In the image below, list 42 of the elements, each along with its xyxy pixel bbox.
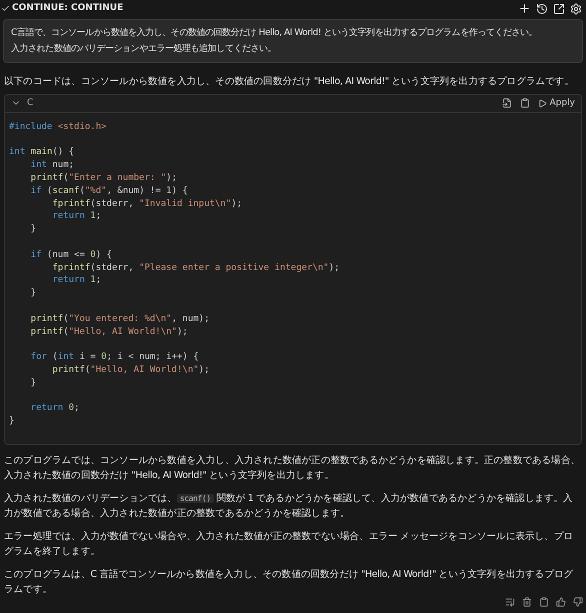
language-label: C — [27, 96, 34, 110]
code-line: return 1; — [51, 274, 102, 288]
apply-button[interactable]: Apply — [538, 96, 575, 110]
code-line: printf("Hello, AI World!\n"); — [30, 326, 188, 338]
message-line: C言語で、コンソールから数値を入力し、その数値の回数分だけ Hello, AI World! という文字列を出力するプログラムを作ってください。 — [11, 26, 538, 40]
response-paragraph: 入力された数値のバリデーションでは、 scanf() 関数が 1 であるかどうかを確認して、入力が数値であるかどうかを確認します。入力が数値である場合、入力された数値が正の整数であるかどうかを確認します。 — [4, 492, 574, 520]
code-line: int num; — [30, 159, 74, 172]
copy-icon[interactable] — [539, 597, 549, 607]
code-line: } — [30, 223, 36, 236]
code-line: printf("Enter a number: "); — [30, 172, 177, 185]
code-line: for (int i = 0; i < num; i++) { — [30, 351, 199, 364]
code-line: #include <stdio.h> — [9, 120, 107, 134]
play-icon — [538, 98, 547, 108]
panel-title: CONTINUE: CONTINUE — [12, 2, 124, 16]
code-line: } — [30, 376, 36, 390]
code-line: printf("You entered: %d\n", num); — [30, 312, 210, 326]
code-line: return 1; — [51, 210, 102, 224]
thumbs-up-icon[interactable] — [556, 597, 566, 607]
thumbs-down-icon[interactable] — [573, 597, 583, 607]
response-intro: 以下のコードは、コンソールから数値を入力し、その数値の回数分だけ "Hello, AI World!" という文字列を出力するプログラムです。 — [3, 74, 575, 89]
clipboard-icon[interactable] — [520, 98, 530, 108]
response-paragraph: このプログラムでは、コンソールから数値を入力し、入力された数値が正の整数であるかどうかを確認します。正の整数である場合、入力された数値の回数分だけ "Hello, AI World!" という文字列を出力します。 — [4, 454, 582, 482]
response-paragraph: エラー処理では、入力が数値でない場合や、入力された数値が正の整数でない場合、エラー メッセージをコンソールに表示し、プログラムを終了します。 — [4, 530, 574, 558]
code-line: printf("Hello, AI World!\n"); — [51, 364, 210, 377]
code-line: } — [9, 415, 14, 428]
settings-icon[interactable] — [570, 2, 582, 15]
open-external-icon[interactable] — [553, 2, 565, 15]
code-line: int main() { — [9, 146, 74, 160]
code-line: } — [30, 287, 36, 300]
code-line: if (scanf("%d", &num) != 1) { — [30, 184, 188, 198]
insert-icon[interactable] — [502, 98, 512, 108]
insert-list-icon[interactable] — [505, 597, 515, 607]
delete-icon[interactable] — [522, 597, 532, 607]
plus-icon[interactable] — [518, 2, 531, 16]
message-line: 入力された数値のバリデーションやエラー処理も追加してください。 — [11, 42, 276, 56]
history-icon[interactable] — [536, 2, 548, 15]
code-line: if (num <= 0) { — [30, 248, 112, 262]
code-line: fprintf(stderr, "Invalid input\n"); — [51, 198, 242, 210]
response-paragraph: このプログラムは、C 言語でコンソールから数値を入力し、その数値の回数分だけ "Hello, AI World!" という文字列を出力するプログラムです。 — [4, 568, 574, 596]
code-line: return 0; — [30, 402, 80, 416]
code-line: fprintf(stderr, "Please enter a positive integer\n"); — [51, 262, 340, 274]
check-icon — [1, 4, 10, 14]
